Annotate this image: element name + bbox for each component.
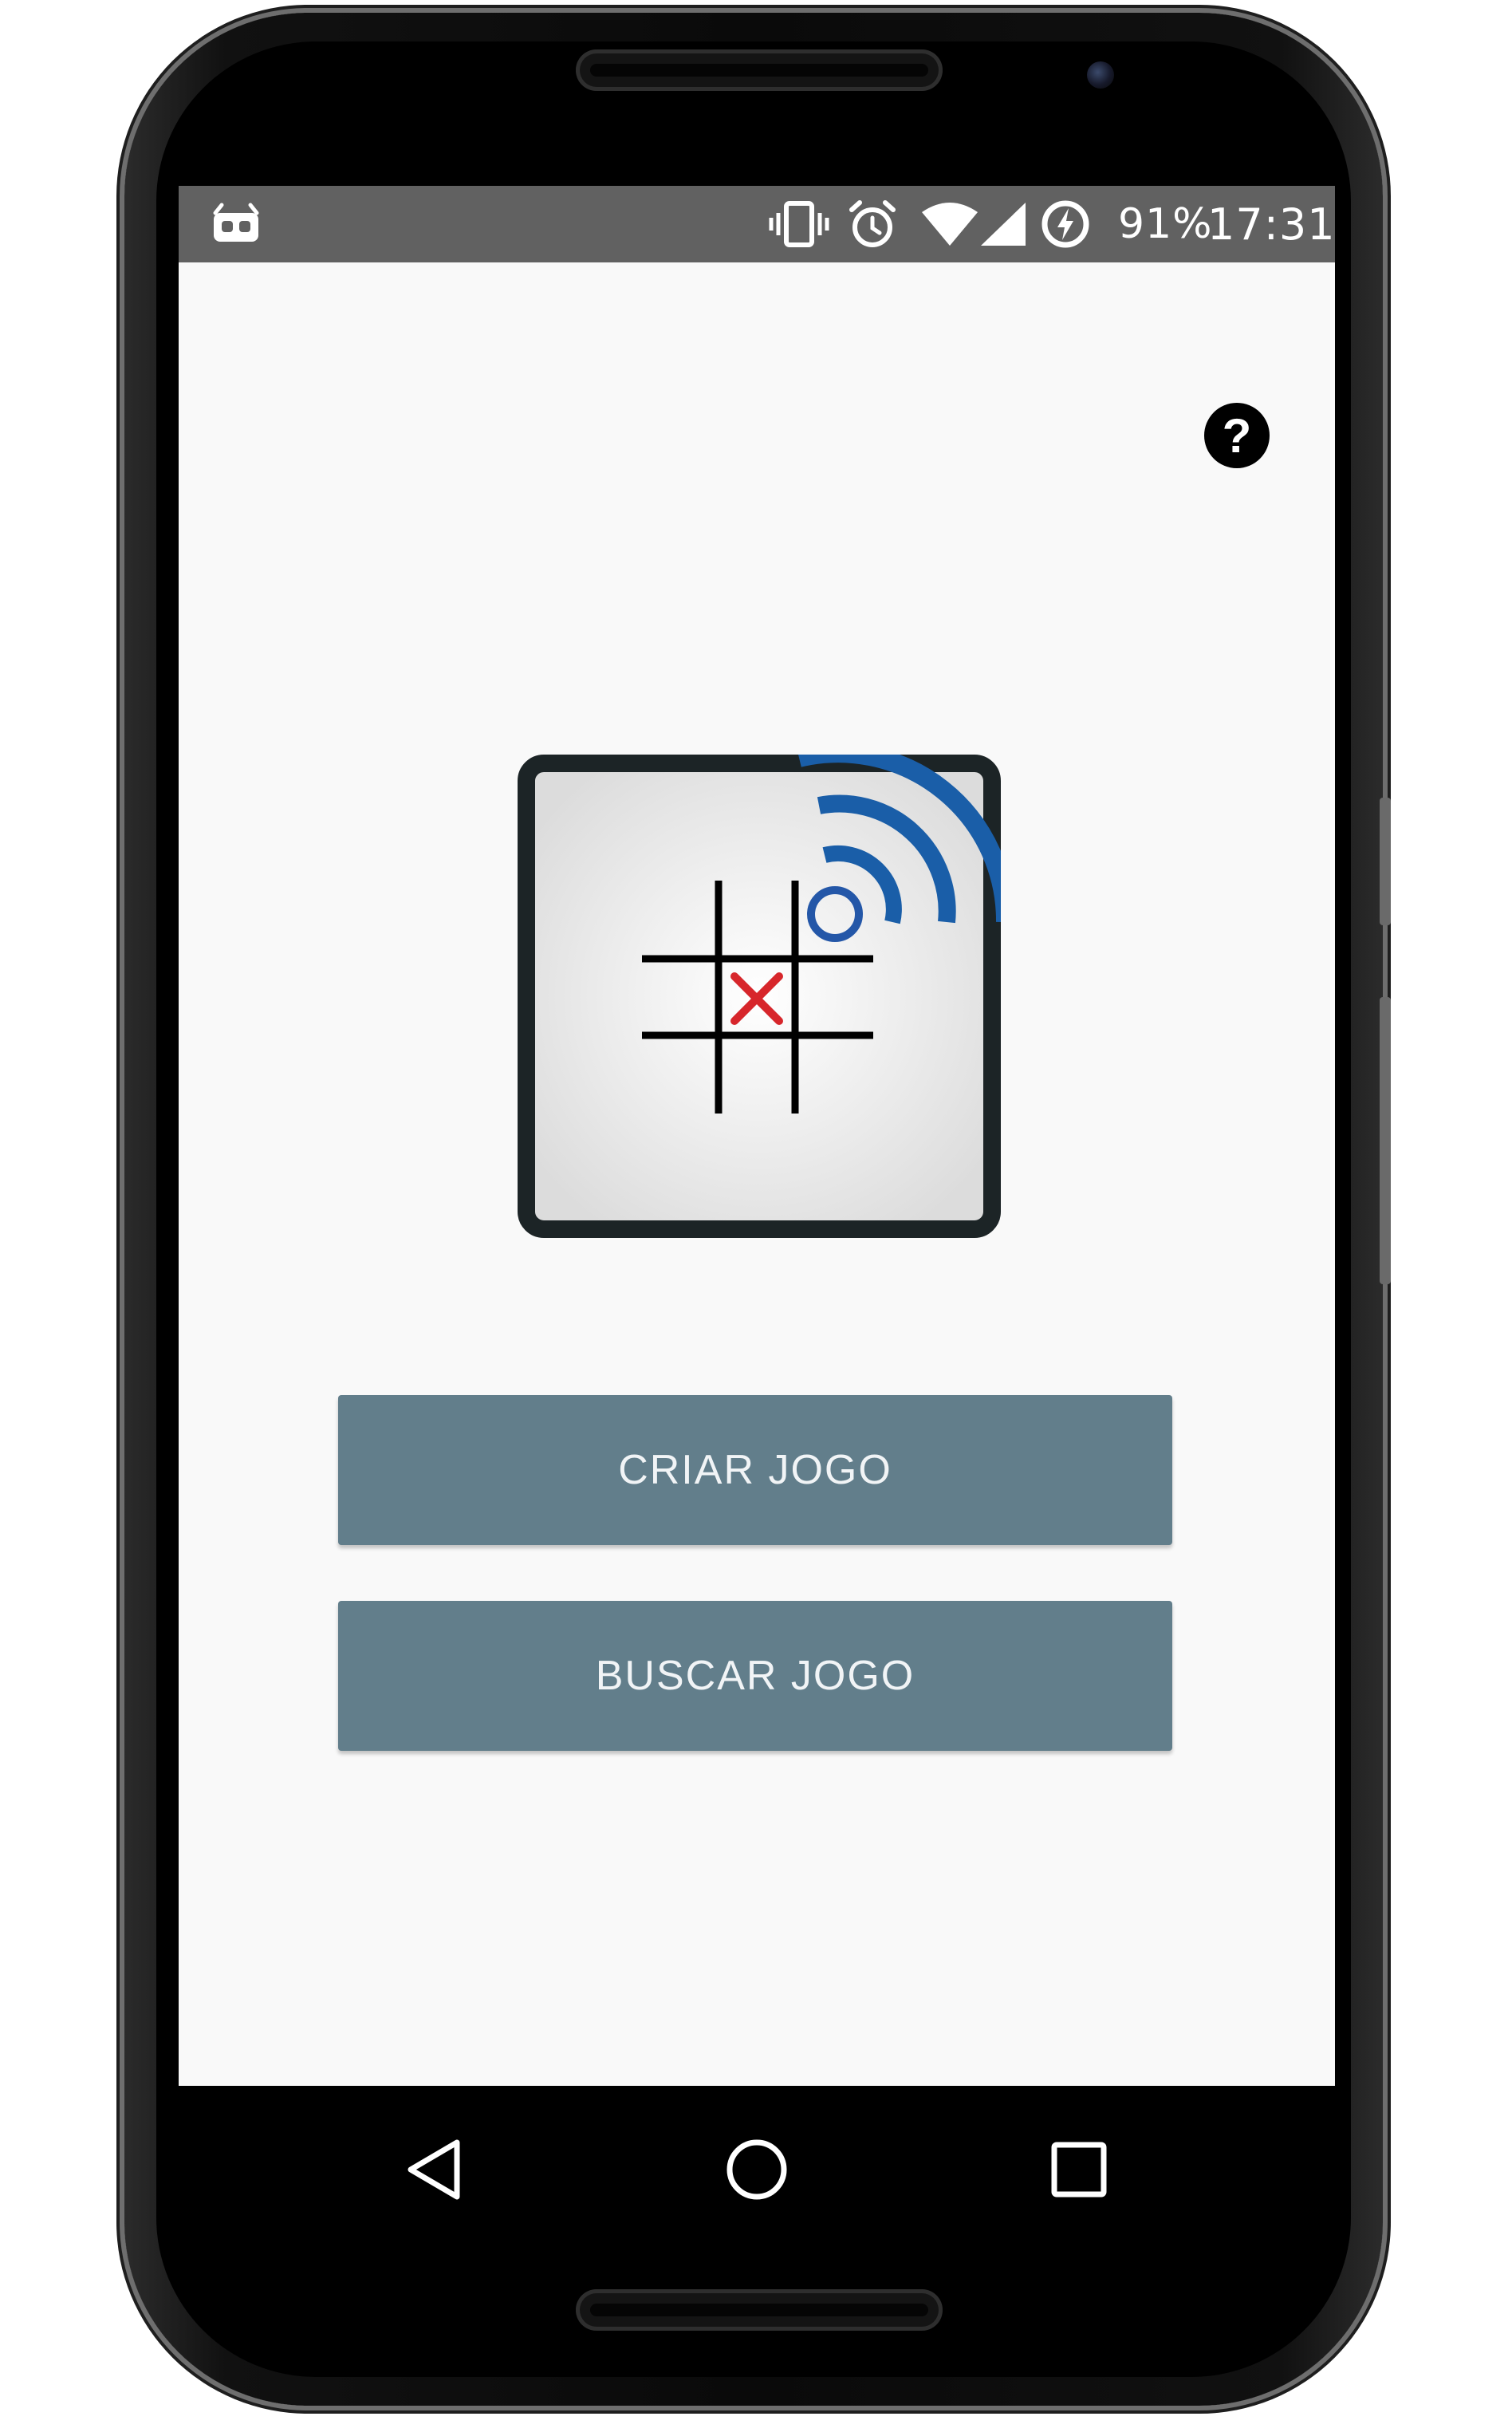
earpiece-speaker (576, 49, 943, 91)
bottom-speaker (576, 2289, 943, 2331)
battery-charging-icon (1040, 186, 1091, 262)
recents-icon (1051, 2142, 1107, 2198)
vibrate-icon (769, 186, 829, 262)
help-button[interactable]: ? (1204, 403, 1270, 468)
volume-button (1380, 997, 1391, 1284)
status-bar: 91% 17:31 (179, 186, 1335, 262)
clock: 17:31 (1207, 199, 1335, 250)
wifi-icon (920, 186, 979, 262)
back-icon (408, 2139, 460, 2200)
app-logo (518, 755, 1001, 1238)
home-icon (726, 2139, 787, 2200)
android-debug-icon (212, 186, 260, 262)
recents-button[interactable] (1043, 2134, 1115, 2205)
signal-icon (979, 186, 1027, 262)
battery-percent: 91% (1118, 200, 1213, 248)
create-game-button[interactable]: CRIAR JOGO (338, 1395, 1172, 1545)
search-game-label: BUSCAR JOGO (595, 1653, 915, 1699)
help-icon: ? (1222, 408, 1252, 463)
search-game-button[interactable]: BUSCAR JOGO (338, 1601, 1172, 1751)
home-button[interactable] (721, 2134, 793, 2205)
front-camera (1087, 61, 1114, 89)
app-content: ? CRIAR JOGO BUSCAR JOGO (179, 262, 1335, 2086)
navigation-bar (179, 2086, 1335, 2244)
screen: 91% 17:31 ? CRIAR JOGO BUSCAR JOGO (179, 186, 1335, 2244)
create-game-label: CRIAR JOGO (618, 1447, 892, 1493)
back-button[interactable] (399, 2134, 471, 2205)
power-button (1380, 798, 1391, 925)
alarm-icon (847, 186, 898, 262)
